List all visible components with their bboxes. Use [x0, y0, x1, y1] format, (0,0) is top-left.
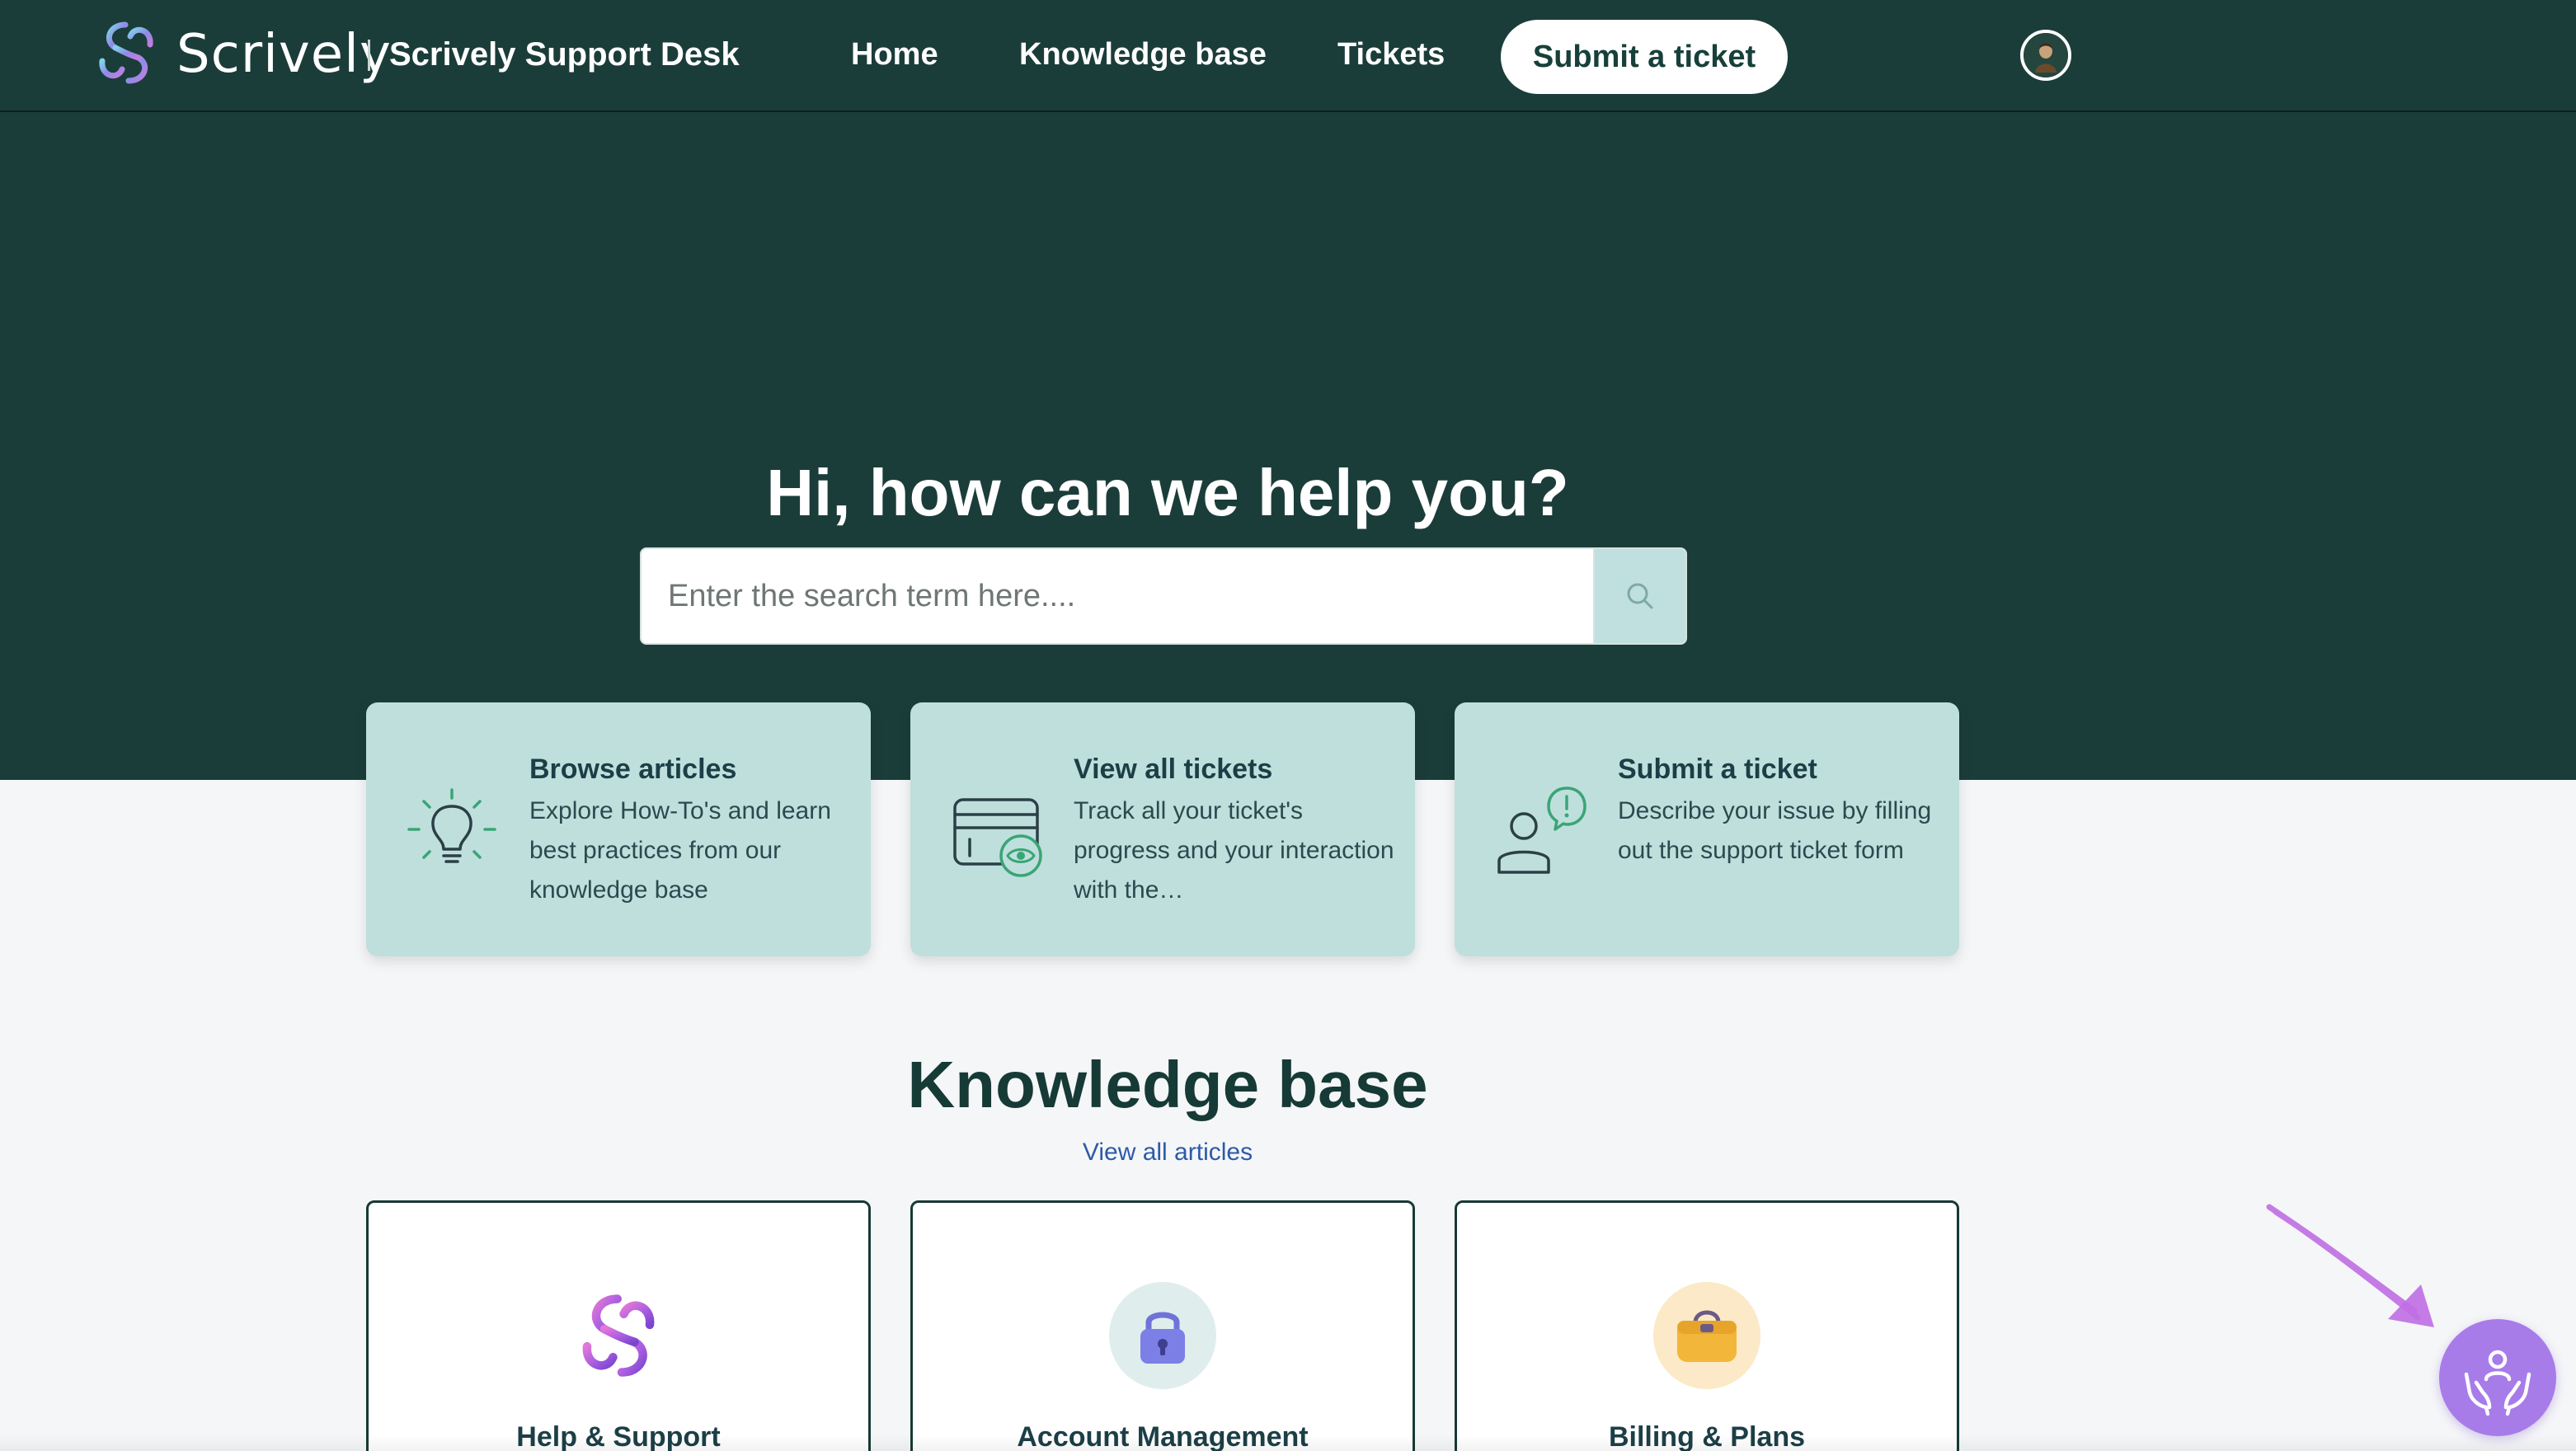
quick-action-description: Explore How-To's and learn best practice… [529, 797, 831, 904]
category-icon-wrapper [1109, 1282, 1216, 1389]
browse-articles-card[interactable]: Browse articles Explore How-To's and lea… [366, 702, 871, 956]
purse-icon [1677, 1310, 1737, 1362]
category-card-account-management[interactable]: Account Management [910, 1200, 1415, 1451]
help-widget-button[interactable] [2439, 1319, 2556, 1436]
avatar-image-icon [2024, 33, 2068, 77]
nav-tickets[interactable]: Tickets [1337, 33, 1445, 76]
category-card-billing-plans[interactable]: Billing & Plans [1455, 1200, 1959, 1451]
submit-ticket-button[interactable]: Submit a ticket [1501, 20, 1788, 94]
knowledge-base-heading: Knowledge base [907, 1048, 1428, 1121]
view-all-tickets-card[interactable]: View all tickets Track all your ticket's… [910, 702, 1415, 956]
quick-action-title: Browse articles [529, 754, 737, 785]
user-avatar[interactable] [2020, 30, 2071, 81]
helping-hands-icon [2464, 1350, 2531, 1416]
brand-divider [368, 40, 370, 71]
search-icon [1627, 583, 1653, 609]
bottom-shadow [0, 1435, 2576, 1451]
submit-ticket-card[interactable]: Submit a ticket Describe your issue by f… [1455, 702, 1959, 956]
hero-title: Hi, how can we help you? [766, 456, 1569, 529]
search-input[interactable] [642, 549, 1593, 643]
category-icon-wrapper [565, 1282, 672, 1389]
search-bar [640, 547, 1687, 645]
tickets-eye-icon [953, 798, 1042, 877]
top-navigation-bar: Scrively Scrively Support Desk Home Know… [0, 0, 2576, 112]
quick-action-title: View all tickets [1074, 754, 1273, 785]
quick-action-title: Submit a ticket [1618, 754, 1817, 785]
category-card-help-support[interactable]: Help & Support [366, 1200, 871, 1451]
search-button[interactable] [1593, 549, 1685, 643]
support-desk-title[interactable]: Scrively Support Desk [389, 33, 740, 76]
lock-icon [1140, 1312, 1185, 1364]
quick-action-description: Describe your issue by filling out the s… [1618, 797, 1932, 864]
scrively-logo-icon [582, 1294, 655, 1377]
category-icon-wrapper [1653, 1282, 1760, 1389]
hero-section: Hi, how can we help you? [0, 112, 2576, 780]
scrively-logo-icon[interactable] [92, 18, 160, 87]
person-alert-icon [1497, 787, 1586, 874]
nav-knowledge-base[interactable]: Knowledge base [1019, 33, 1267, 76]
nav-home[interactable]: Home [851, 33, 938, 76]
lightbulb-icon [407, 788, 496, 863]
view-all-articles-link[interactable]: View all articles [0, 1136, 2335, 1169]
brand-name[interactable]: Scrively [176, 20, 392, 89]
pointer-arrow-icon [2266, 1204, 2434, 1327]
quick-action-description: Track all your ticket's progress and you… [1074, 797, 1394, 904]
